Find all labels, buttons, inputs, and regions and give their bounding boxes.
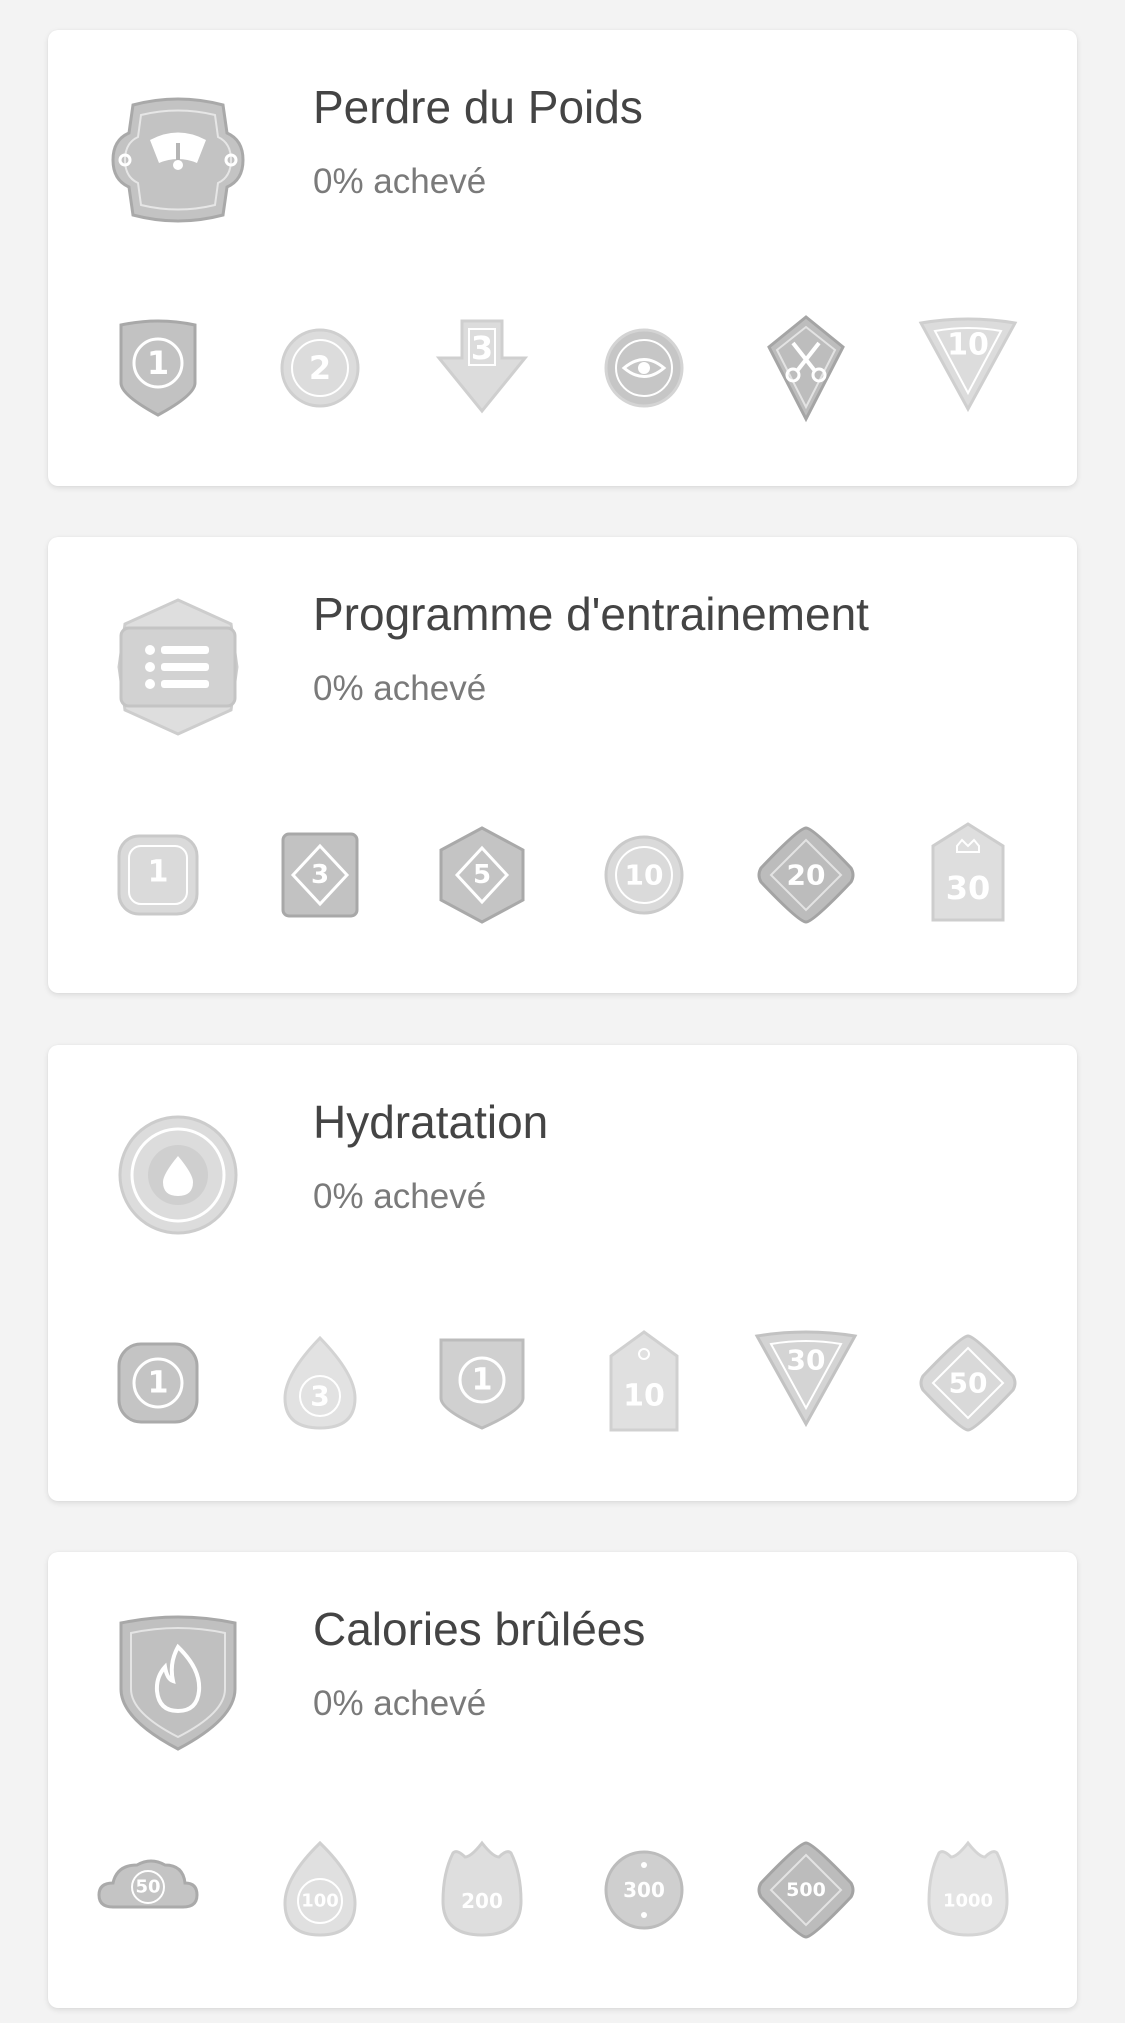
badge-label: 1 [147,344,169,382]
badge-label: 3 [310,1380,329,1413]
flame-badge-icon[interactable]: 1000 [913,1835,1023,1945]
circle-badge-icon[interactable]: 300 [589,1835,699,1945]
triangle-badge-icon[interactable]: 30 [751,1328,861,1438]
achievement-card-training-program[interactable]: Programme d'entrainement 0% achevé 1 3 5 [48,537,1077,993]
card-title: Programme d'entrainement [313,588,869,640]
badge-label: 20 [787,859,826,892]
card-title: Hydratation [313,1096,549,1148]
drop-badge-icon[interactable]: 100 [265,1835,375,1945]
badge-row: 50 100 200 300 500 1000 [48,1835,1077,1945]
drop-badge-icon[interactable]: 3 [265,1328,375,1438]
badge-label: 200 [461,1889,503,1913]
shield-badge-icon[interactable]: 1 [103,313,213,423]
badge-label: 10 [623,1379,665,1414]
list-icon [103,592,253,742]
scale-icon [103,85,253,235]
badge-label: 50 [135,1877,160,1898]
diamond-badge-icon[interactable]: 500 [751,1835,861,1945]
circle-badge-icon[interactable]: 2 [265,313,375,423]
card-title: Calories brûlées [313,1603,646,1655]
badge-label: 30 [787,1344,826,1377]
card-progress: 0% achevé [313,162,487,201]
flame-icon [103,1607,253,1757]
flame-badge-icon[interactable]: 200 [427,1835,537,1945]
badge-label: 1 [148,1366,169,1401]
badge-label: 50 [949,1367,988,1400]
badge-row: 1 3 5 10 20 30 [48,820,1077,930]
badge-label: 5 [473,860,491,890]
achievement-card-hydration[interactable]: Hydratation 0% achevé 1 3 1 10 30 50 [48,1045,1077,1501]
badge-label: 1 [472,1363,493,1398]
diamond-square-badge-icon[interactable]: 3 [265,820,375,930]
badge-row: 1 3 1 10 30 50 [48,1328,1077,1438]
card-title: Perdre du Poids [313,81,643,133]
badge-label: 1 [148,855,169,890]
badge-label: 100 [301,1891,339,1912]
eye-badge-icon[interactable] [589,313,699,423]
diamond-badge-icon[interactable]: 50 [913,1328,1023,1438]
badge-label: 10 [947,328,989,363]
badge-label: 300 [623,1878,665,1902]
badge-label: 1000 [943,1891,993,1912]
card-progress: 0% achevé [313,1684,487,1723]
card-progress: 0% achevé [313,1177,487,1216]
circle-badge-icon[interactable]: 10 [589,820,699,930]
achievement-card-weight-loss[interactable]: Perdre du Poids 0% achevé 1 2 3 10 [48,30,1077,486]
rounded-square-badge-icon[interactable]: 1 [103,820,213,930]
scissors-badge-icon[interactable] [751,313,861,423]
badge-label: 3 [471,329,493,367]
diamond-badge-icon[interactable]: 20 [751,820,861,930]
water-drop-icon [103,1100,253,1250]
rounded-square-badge-icon[interactable]: 1 [103,1328,213,1438]
badge-label: 2 [309,349,331,387]
arrow-down-badge-icon[interactable]: 3 [427,313,537,423]
achievement-card-calories-burned[interactable]: Calories brûlées 0% achevé 50 100 200 30… [48,1552,1077,2008]
badge-label: 10 [625,859,664,892]
card-progress: 0% achevé [313,669,487,708]
shield-badge-icon[interactable]: 1 [427,1328,537,1438]
hexagon-badge-icon[interactable]: 5 [427,820,537,930]
badge-label: 3 [311,860,329,890]
tag-badge-icon[interactable]: 10 [589,1328,699,1438]
triangle-badge-icon[interactable]: 10 [913,313,1023,423]
badge-row: 1 2 3 10 [48,313,1077,423]
crown-badge-icon[interactable]: 30 [913,820,1023,930]
badge-label: 30 [946,869,991,907]
badge-label: 500 [786,1879,826,1901]
cloud-badge-icon[interactable]: 50 [93,1835,203,1945]
